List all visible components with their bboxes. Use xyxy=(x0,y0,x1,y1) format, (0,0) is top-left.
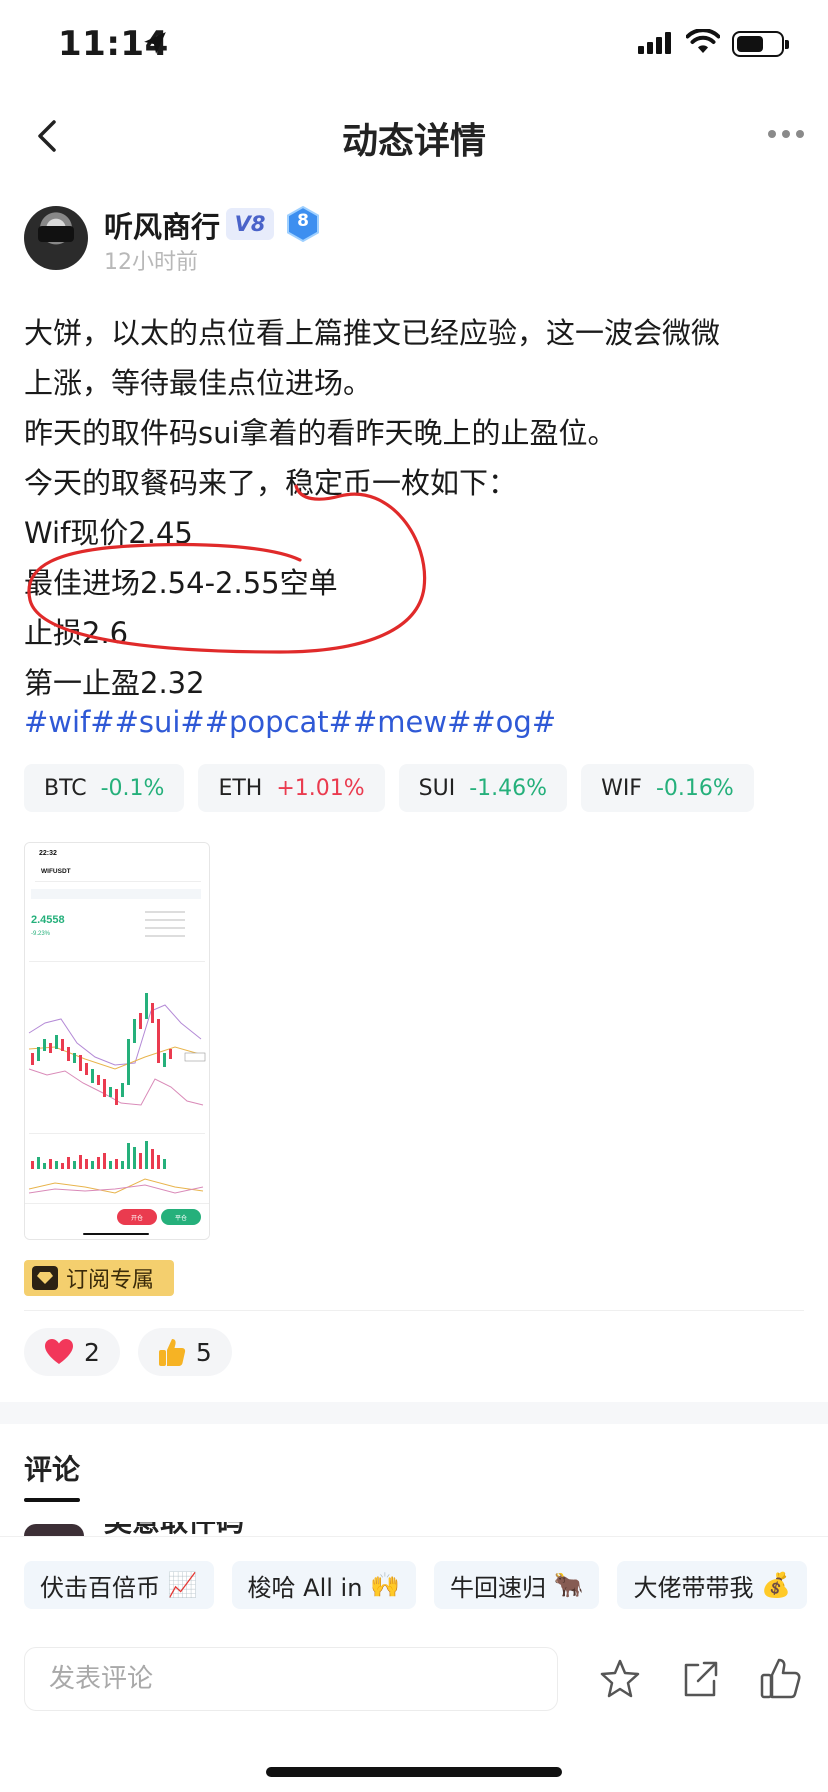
attached-screenshot[interactable]: 22:32 WIFUSDT 2.4558 -9.23% 开仓 平仓 xyxy=(24,842,210,1240)
location-arrow-icon xyxy=(144,32,166,54)
cellular-signal-icon xyxy=(638,32,672,54)
heart-icon xyxy=(45,1339,73,1364)
money-bag-emoji-icon: 💰 xyxy=(761,1571,792,1599)
subscribe-badge[interactable]: 订阅专属 xyxy=(24,1260,174,1296)
quick-reply-label: 牛回速归 xyxy=(449,1573,546,1602)
page-title: 动态详情 xyxy=(341,121,486,162)
author-avatar[interactable] xyxy=(24,206,88,270)
battery-icon xyxy=(732,31,789,57)
reaction-count: 2 xyxy=(84,1337,100,1367)
reactions-row: 2 5 xyxy=(24,1328,232,1376)
post-line: Wif现价2.45 xyxy=(24,516,193,550)
ticker-symbol: ETH xyxy=(218,775,263,801)
ox-emoji-icon: 🐂 xyxy=(553,1571,584,1599)
thumb-pair: WIFUSDT xyxy=(41,868,71,875)
wifi-icon xyxy=(686,29,720,53)
quick-reply-label: 梭哈 All in xyxy=(247,1573,363,1602)
post-body: 大饼，以太的点位看上篇推文已经应验，这一波会微微 上涨，等待最佳点位进场。 昨天… xyxy=(24,308,808,708)
raised-hands-emoji-icon: 🙌 xyxy=(370,1571,400,1599)
like-reaction-button[interactable]: 2 xyxy=(24,1328,120,1376)
thumbs-up-icon xyxy=(158,1339,186,1366)
nav-bar: 动态详情 xyxy=(0,96,828,176)
home-indicator xyxy=(266,1767,562,1777)
post-timestamp: 12小时前 xyxy=(104,250,198,275)
post-line: 止损2.6 xyxy=(24,616,129,650)
ticker-symbol: SUI xyxy=(418,775,456,801)
level-badge-number: 8 xyxy=(297,211,309,231)
status-bar: 11:14 xyxy=(0,0,828,92)
quick-reply-chip[interactable]: 牛回速归 🐂 xyxy=(433,1561,600,1609)
ticker-symbol: BTC xyxy=(44,775,87,801)
ticker-change: -0.1% xyxy=(100,775,165,801)
thumb-close-button: 平仓 xyxy=(175,1214,187,1222)
post-line: 第一止盈2.32 xyxy=(24,666,205,700)
thumb-open-button: 开仓 xyxy=(131,1214,143,1222)
divider xyxy=(24,1310,804,1311)
ticker-change: +1.01% xyxy=(276,775,365,801)
level-badge: 8 xyxy=(286,205,320,243)
post-line: 昨天的取件码sui拿着的看昨天晚上的止盈位。 xyxy=(24,416,617,450)
thumb-time: 22:32 xyxy=(39,850,57,857)
ticker-btc[interactable]: BTC -0.1% xyxy=(24,764,185,812)
comments-tab-indicator xyxy=(24,1498,80,1502)
commenter-name: 吴意取件码 xyxy=(104,1522,244,1536)
quick-reply-chip[interactable]: 梭哈 All in 🙌 xyxy=(231,1561,416,1609)
ticker-sui[interactable]: SUI -1.46% xyxy=(398,764,568,812)
post-line: 上涨，等待最佳点位进场。 xyxy=(24,366,373,400)
reaction-count: 5 xyxy=(195,1337,212,1367)
ticker-change: -0.16% xyxy=(655,775,734,801)
ticker-row: BTC -0.1% ETH +1.01% SUI -1.46% WIF -0.1… xyxy=(24,764,754,812)
thumb-change: -9.23% xyxy=(31,931,51,937)
ticker-eth[interactable]: ETH +1.01% xyxy=(198,764,385,812)
trading-app-screenshot-image: 22:32 WIFUSDT 2.4558 -9.23% 开仓 平仓 xyxy=(25,843,209,1239)
ticker-wif[interactable]: WIF -0.16% xyxy=(581,764,754,812)
chart-up-emoji-icon: 📈 xyxy=(167,1571,198,1599)
section-separator xyxy=(0,1402,828,1424)
ticker-change: -1.46% xyxy=(469,775,548,801)
quick-reply-label: 伏击百倍币 xyxy=(40,1573,160,1602)
post-line: 大饼，以太的点位看上篇推文已经应验，这一波会微微 xyxy=(24,316,721,350)
comments-tab[interactable]: 评论 xyxy=(24,1448,80,1488)
quick-reply-chip[interactable]: 大佬带带我 💰 xyxy=(617,1561,808,1609)
quick-replies: 伏击百倍币 📈 梭哈 All in 🙌 牛回速归 🐂 大佬带带我 💰 xyxy=(24,1561,808,1609)
quick-reply-chip[interactable]: 伏击百倍币 📈 xyxy=(24,1561,214,1609)
post-hashtags[interactable]: #wif##sui##popcat##mew##og# xyxy=(24,705,556,739)
thumbs-up-outline-icon[interactable] xyxy=(758,1655,804,1701)
more-options-icon[interactable] xyxy=(768,130,804,138)
share-icon[interactable] xyxy=(678,1657,722,1701)
star-icon[interactable] xyxy=(598,1657,642,1701)
post-line: 最佳进场2.54-2.55空单 xyxy=(24,566,338,600)
quick-reply-label: 大佬带带我 xyxy=(633,1573,754,1602)
commenter-name-text: 吴意取件码 xyxy=(104,1522,244,1536)
commenter-avatar[interactable] xyxy=(24,1524,84,1536)
vip-badge: V8 xyxy=(226,208,274,240)
thumb-price: 2.4558 xyxy=(31,914,65,926)
author-name[interactable]: 听风商行 xyxy=(104,204,220,246)
subscribe-label: 订阅专属 xyxy=(66,1268,155,1293)
thumbs-up-reaction-button[interactable]: 5 xyxy=(137,1328,232,1376)
diamond-icon xyxy=(32,1266,58,1290)
ticker-symbol: WIF xyxy=(601,775,642,801)
comment-input[interactable] xyxy=(24,1647,558,1711)
bottom-panel: 伏击百倍币 📈 梭哈 All in 🙌 牛回速归 🐂 大佬带带我 💰 xyxy=(0,1536,828,1792)
post-line: 今天的取餐码来了，稳定币一枚如下： xyxy=(24,466,518,500)
